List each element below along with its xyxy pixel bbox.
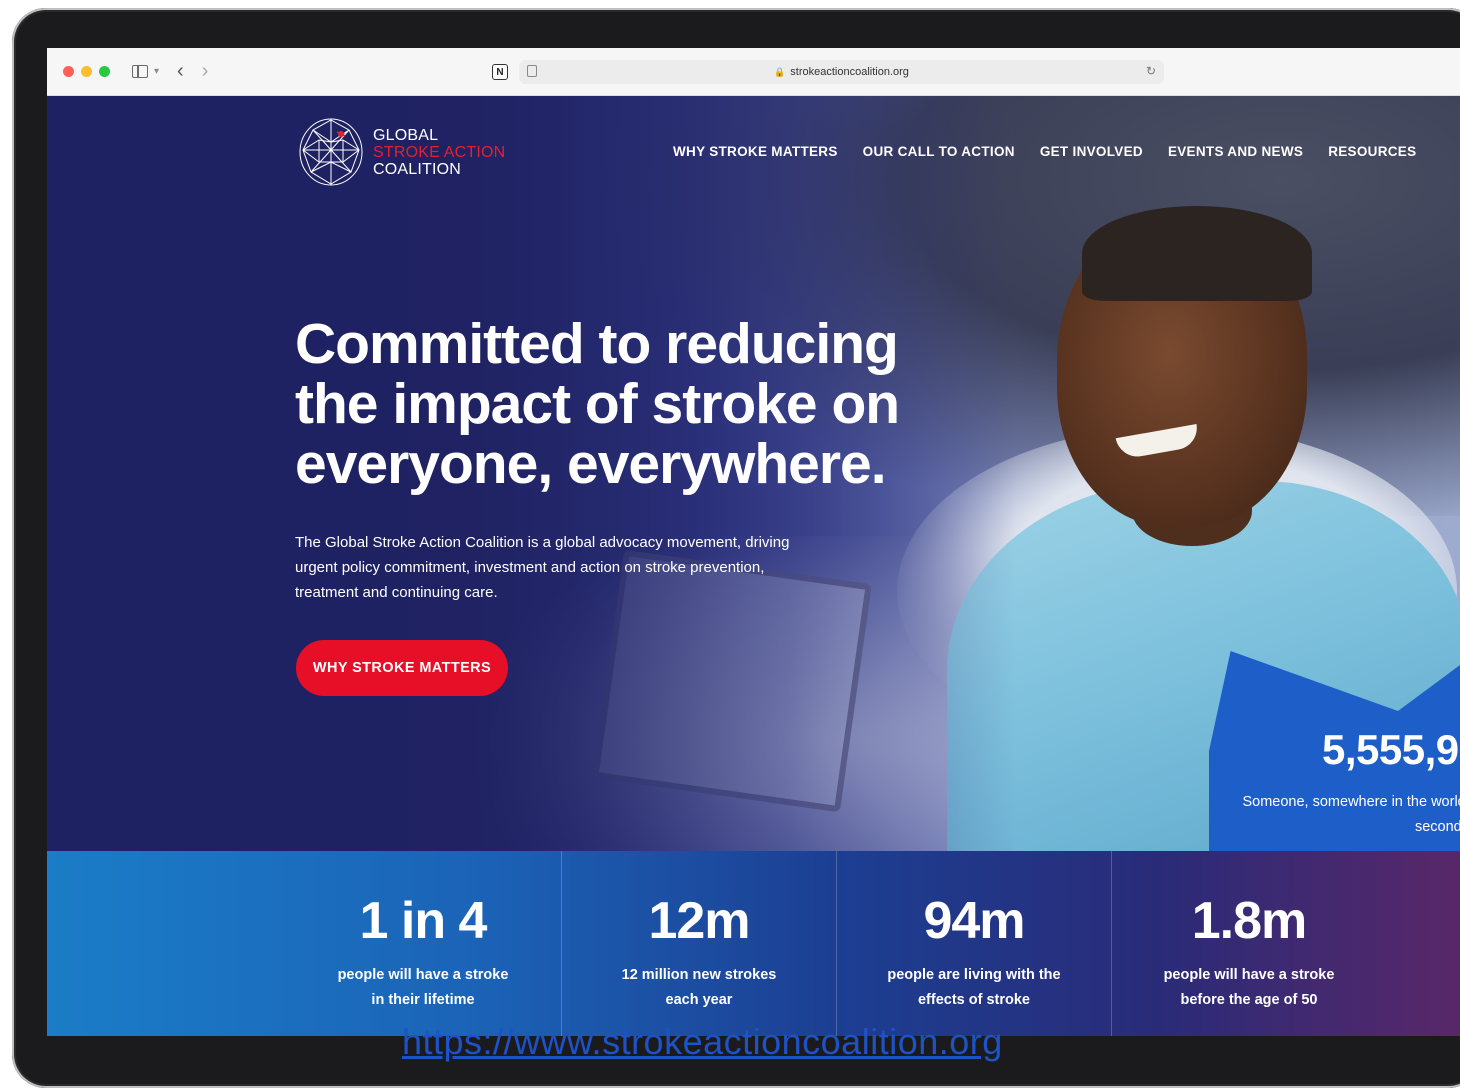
stat-label: people will have a stroke before the age…	[1112, 963, 1386, 1013]
statistics-bar: 1 in 4 people will have a stroke in thei…	[47, 851, 1460, 1036]
stat-card-living-with-effects: 94m people are living with the effects o…	[836, 851, 1111, 1036]
logo-line-global: GLOBAL	[373, 126, 439, 144]
stat-value: 12m	[648, 892, 750, 950]
hero-headline: Committed to reducing the impact of stro…	[295, 314, 935, 494]
description-line: treatment and continuing care.	[295, 584, 498, 601]
stat-label-line: effects of stroke	[917, 992, 1030, 1008]
description-line: urgent policy commitment, investment and…	[295, 559, 765, 576]
zoom-window-button[interactable]	[99, 66, 110, 77]
stat-card-inner: 94m people are living with the effects o…	[837, 851, 1111, 1013]
forward-arrow-icon[interactable]: ›	[202, 60, 209, 83]
stat-label-line: in their lifetime	[371, 992, 475, 1008]
counter-caption-line: Someone, somewhere in the world l	[1242, 794, 1460, 810]
chevron-down-icon[interactable]: ▾	[154, 66, 159, 77]
stat-label-line: before the age of 50	[1180, 992, 1318, 1008]
lock-icon: 🔒	[774, 66, 786, 77]
stat-card-lifetime-risk-content: 1 in 4 people will have a stroke in thei…	[47, 851, 561, 1036]
stat-card-inner: 1.8m people will have a stroke before th…	[1112, 851, 1386, 1013]
address-url: strokeactioncoalition.org	[790, 66, 909, 78]
brain-network-logo-icon	[299, 118, 363, 186]
stat-card-inner: 1 in 4 people will have a stroke in thei…	[297, 851, 549, 1013]
nav-get-involved[interactable]: GET INVOLVED	[1040, 144, 1143, 159]
why-stroke-matters-button[interactable]: WHY STROKE MATTERS	[296, 640, 508, 696]
logo-line-coalition: COALITION	[373, 160, 462, 178]
stroke-counter-value: 5,555,9	[1322, 726, 1459, 773]
hero-section: GLOBAL STROKE ACTION COALITION WHY STROK…	[47, 96, 1460, 851]
stat-card-new-strokes: 12m 12 million new strokes each year	[561, 851, 836, 1036]
site-logo[interactable]: GLOBAL STROKE ACTION COALITION	[297, 116, 505, 188]
stat-value: 94m	[923, 892, 1025, 950]
page-icon	[527, 65, 537, 77]
nav-our-call-to-action[interactable]: OUR CALL TO ACTION	[863, 144, 1015, 159]
screen: ▾ ‹ › N 🔒 strokeactioncoalition.org ↻ GL…	[47, 48, 1460, 1036]
minimize-window-button[interactable]	[81, 66, 92, 77]
main-navigation: WHY STROKE MATTERS OUR CALL TO ACTION GE…	[673, 144, 1416, 159]
hero-description: The Global Stroke Action Coalition is a …	[295, 530, 815, 605]
address-bar[interactable]: 🔒 strokeactioncoalition.org ↻	[519, 60, 1164, 84]
logo-line-stroke-action: STROKE ACTION	[373, 143, 506, 161]
stat-card-inner: 12m 12 million new strokes each year	[562, 851, 836, 1013]
logo-wordmark: GLOBAL STROKE ACTION COALITION	[373, 127, 505, 178]
headline-line: Committed to reducing	[295, 312, 899, 376]
notion-extension-icon[interactable]: N	[492, 64, 508, 80]
stat-label-line: people will have a stroke	[1163, 967, 1335, 983]
nav-resources[interactable]: RESOURCES	[1328, 144, 1416, 159]
stat-value: 1 in 4	[359, 892, 488, 950]
source-url-link[interactable]: https://www.strokeactioncoalition.org	[402, 1022, 1003, 1062]
headline-line: everyone, everywhere.	[295, 432, 887, 496]
stat-label-line: 12 million new strokes	[621, 967, 777, 983]
stat-label: 12 million new strokes each year	[562, 963, 836, 1013]
stat-card-lifetime-risk: 1 in 4 people will have a stroke in thei…	[47, 851, 561, 1036]
laptop-frame: ▾ ‹ › N 🔒 strokeactioncoalition.org ↻ GL…	[12, 8, 1460, 1088]
description-line: The Global Stroke Action Coalition is a …	[295, 534, 790, 551]
stat-value: 1.8m	[1191, 892, 1308, 950]
nav-why-stroke-matters[interactable]: WHY STROKE MATTERS	[673, 144, 838, 159]
stat-label-line: people will have a stroke	[337, 967, 509, 983]
nav-events-and-news[interactable]: EVENTS AND NEWS	[1168, 144, 1303, 159]
reload-icon[interactable]: ↻	[1146, 64, 1156, 78]
stat-label: people are living with the effects of st…	[837, 963, 1111, 1013]
stat-label-line: people are living with the	[887, 967, 1061, 983]
counter-caption-line: seconds.	[1414, 819, 1460, 835]
sidebar-toggle-icon[interactable]	[132, 65, 148, 78]
browser-toolbar: ▾ ‹ › N 🔒 strokeactioncoalition.org ↻	[47, 48, 1460, 96]
stat-card-under-50: 1.8m people will have a stroke before th…	[1111, 851, 1386, 1036]
headline-line: the impact of stroke on	[295, 372, 900, 436]
close-window-button[interactable]	[63, 66, 74, 77]
stat-label-line: each year	[665, 992, 733, 1008]
back-arrow-icon[interactable]: ‹	[177, 60, 184, 83]
window-controls	[63, 66, 110, 77]
stroke-counter-caption: Someone, somewhere in the world l second…	[1233, 790, 1460, 840]
stat-label: people will have a stroke in their lifet…	[297, 963, 549, 1013]
